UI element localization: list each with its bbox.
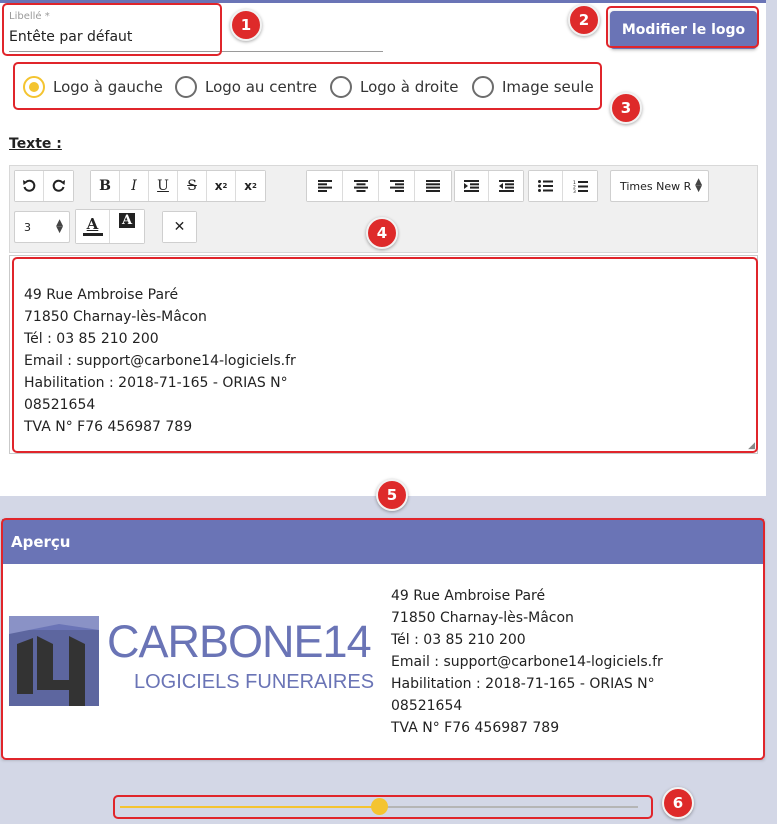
text-color-icon[interactable]: A xyxy=(76,210,110,243)
annotation-box-6 xyxy=(113,795,653,819)
align-center-icon[interactable] xyxy=(343,171,379,201)
history-group xyxy=(14,170,74,202)
strikethrough-icon[interactable]: S xyxy=(178,171,207,201)
marker-4: 4 xyxy=(366,217,398,249)
redo-icon[interactable] xyxy=(44,171,73,201)
marker-1: 1 xyxy=(230,9,262,41)
subscript-icon[interactable]: x2 xyxy=(207,171,236,201)
numbered-list-icon[interactable]: 123 xyxy=(563,171,597,201)
undo-icon[interactable] xyxy=(15,171,44,201)
marker-3: 3 xyxy=(610,92,642,124)
marker-6: 6 xyxy=(662,787,694,819)
font-family-select[interactable]: Times New R ▲ ▼ xyxy=(610,170,709,202)
outdent-icon[interactable] xyxy=(489,171,523,201)
italic-icon[interactable]: I xyxy=(120,171,149,201)
annotation-box-2 xyxy=(606,6,759,48)
bold-icon[interactable]: B xyxy=(91,171,120,201)
indent-group xyxy=(454,170,524,202)
indent-icon[interactable] xyxy=(455,171,489,201)
superscript-icon[interactable]: x2 xyxy=(236,171,265,201)
font-size-select[interactable]: 3 ▲ ▼ xyxy=(14,211,70,243)
select-arrows-icon: ▲ ▼ xyxy=(56,218,63,235)
annotation-box-1 xyxy=(2,3,222,56)
svg-text:3: 3 xyxy=(573,189,576,193)
format-group: B I U S x2 x2 xyxy=(90,170,266,202)
marker-5: 5 xyxy=(376,479,408,511)
annotation-box-4 xyxy=(12,257,758,453)
align-left-icon[interactable] xyxy=(307,171,343,201)
annotation-box-3 xyxy=(13,62,602,110)
select-arrows-icon: ▲ ▼ xyxy=(695,177,702,194)
bullet-list-icon[interactable] xyxy=(529,171,563,201)
background-color-icon[interactable]: A xyxy=(110,210,144,243)
annotation-box-5 xyxy=(1,518,765,760)
color-group: A A xyxy=(75,209,145,244)
marker-2: 2 xyxy=(568,4,600,36)
align-group xyxy=(306,170,452,202)
clear-format-icon[interactable]: ✕ xyxy=(163,212,196,242)
justify-icon[interactable] xyxy=(415,171,451,201)
underline-icon[interactable]: U xyxy=(149,171,178,201)
align-right-icon[interactable] xyxy=(379,171,415,201)
texte-label: Texte : xyxy=(9,136,62,152)
list-group: 123 xyxy=(528,170,598,202)
font-size-value: 3 xyxy=(24,220,31,234)
clear-group: ✕ xyxy=(162,211,197,243)
font-family-value: Times New R xyxy=(620,179,692,193)
